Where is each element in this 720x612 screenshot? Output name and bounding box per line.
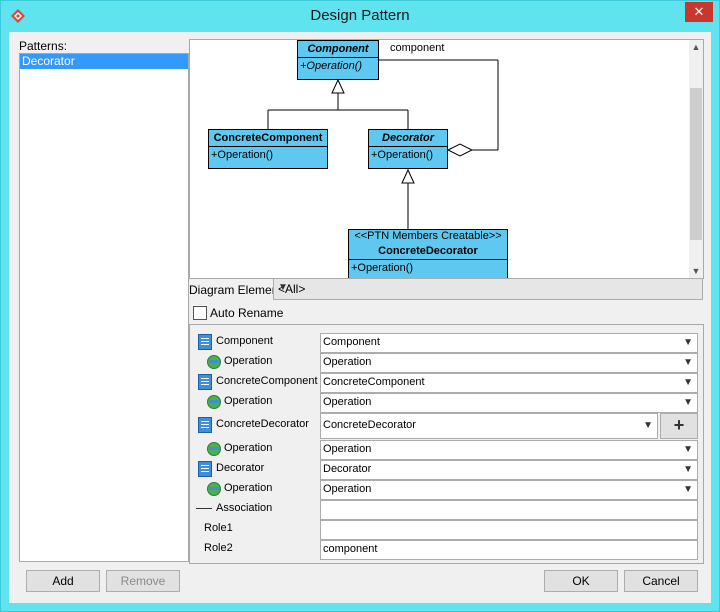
field-value: Decorator: [323, 463, 372, 475]
field-value: Operation: [323, 443, 372, 455]
class-operation: +Operation(): [371, 149, 434, 161]
member-label-operation: Operation: [224, 355, 273, 367]
generalization-arrow: [401, 168, 415, 184]
diagram-scrollbar[interactable]: ▲ ▼: [689, 40, 703, 278]
diagram-element-select[interactable]: <All> ▼: [273, 278, 703, 300]
chevron-down-icon: ▼: [643, 420, 653, 431]
close-button[interactable]: ✕: [685, 2, 713, 22]
operation-icon: [207, 395, 221, 409]
add-button[interactable]: Add: [26, 570, 100, 592]
operation-icon: [207, 442, 221, 456]
class-name: Component: [298, 41, 378, 58]
operation-icon: [207, 482, 221, 496]
window-title: Design Pattern: [310, 7, 410, 24]
field-value: ConcreteComponent: [323, 376, 425, 388]
member-select-concrete-component[interactable]: ConcreteComponent ▼: [320, 373, 698, 393]
auto-rename-checkbox[interactable]: [193, 306, 207, 320]
class-operation: +Operation(): [300, 60, 363, 72]
member-select-operation[interactable]: Operation ▼: [320, 393, 698, 413]
member-label-concrete-decorator: ConcreteDecorator: [216, 418, 309, 430]
member-label-operation: Operation: [224, 395, 273, 407]
chevron-down-icon: ▼: [683, 444, 693, 455]
member-label-role1: Role1: [204, 522, 233, 534]
dialog-body: Patterns: Decorator Component +Operation…: [9, 32, 711, 603]
class-icon: [198, 334, 212, 350]
field-value: ConcreteDecorator: [323, 419, 416, 431]
patterns-list[interactable]: Decorator: [19, 53, 189, 562]
pattern-item-decorator[interactable]: Decorator: [20, 54, 188, 69]
member-select-operation[interactable]: Operation ▼: [320, 480, 698, 500]
member-label-component: Component: [216, 335, 273, 347]
chevron-down-icon: ▼: [683, 357, 693, 368]
scroll-thumb[interactable]: [690, 88, 702, 240]
member-label-decorator: Decorator: [216, 462, 265, 474]
scroll-up-icon[interactable]: ▲: [689, 40, 703, 54]
uml-class-concrete-component[interactable]: ConcreteComponent +Operation(): [208, 129, 328, 169]
close-icon: ✕: [693, 4, 705, 19]
class-stereotype: <<PTN Members Creatable>>: [354, 230, 502, 242]
aggregation-diamond: [446, 143, 474, 157]
title-bar: Design Pattern ✕: [1, 1, 719, 31]
field-value: component: [323, 543, 378, 555]
uml-class-component[interactable]: Component +Operation(): [297, 40, 379, 80]
member-field-association[interactable]: [320, 500, 698, 520]
class-name: ConcreteDecorator: [349, 243, 507, 260]
class-icon: [198, 461, 212, 477]
remove-button: Remove: [106, 570, 180, 592]
chevron-down-icon: ▼: [278, 282, 288, 293]
member-select-operation[interactable]: Operation ▼: [320, 353, 698, 373]
member-label-operation: Operation: [224, 482, 273, 494]
member-select-operation[interactable]: Operation ▼: [320, 440, 698, 460]
field-value: Operation: [323, 356, 372, 368]
member-field-role2[interactable]: component: [320, 540, 698, 560]
field-value: Operation: [323, 483, 372, 495]
chevron-down-icon: ▼: [683, 464, 693, 475]
ok-button[interactable]: OK: [544, 570, 618, 592]
dialog-window: Design Pattern ✕ Patterns: Decorator Com…: [0, 0, 720, 612]
class-operation: +Operation(): [211, 149, 274, 161]
chevron-down-icon: ▼: [683, 397, 693, 408]
generalization-arrow: [331, 78, 345, 94]
add-member-button[interactable]: +: [660, 413, 698, 439]
member-label-role2: Role2: [204, 542, 233, 554]
uml-class-concrete-decorator[interactable]: <<PTN Members Creatable>> ConcreteDecora…: [348, 229, 508, 278]
member-select-component[interactable]: Component ▼: [320, 333, 698, 353]
association-role-label: component: [390, 42, 445, 54]
patterns-label: Patterns:: [19, 39, 68, 53]
field-value: Component: [323, 336, 380, 348]
association-icon: [196, 508, 212, 509]
pattern-diagram[interactable]: Component +Operation() component Concret…: [189, 39, 704, 279]
operation-icon: [207, 355, 221, 369]
chevron-down-icon: ▼: [683, 337, 693, 348]
chevron-down-icon: ▼: [683, 484, 693, 495]
scroll-down-icon[interactable]: ▼: [689, 264, 703, 278]
member-label-association: Association: [216, 502, 273, 514]
uml-class-decorator[interactable]: Decorator +Operation(): [368, 129, 448, 169]
diagram-element-label: Diagram Element: [189, 283, 282, 297]
class-icon: [198, 374, 212, 390]
chevron-down-icon: ▼: [683, 377, 693, 388]
class-name: Decorator: [369, 130, 447, 147]
member-label-operation: Operation: [224, 442, 273, 454]
plus-icon: +: [673, 415, 685, 435]
members-grid: Component Component ▼ Operation Operation…: [189, 324, 704, 564]
field-value: Operation: [323, 396, 372, 408]
member-field-role1[interactable]: [320, 520, 698, 540]
cancel-button[interactable]: Cancel: [624, 570, 698, 592]
member-select-decorator[interactable]: Decorator ▼: [320, 460, 698, 480]
member-select-concrete-decorator[interactable]: ConcreteDecorator ▼: [320, 413, 658, 439]
class-operation: +Operation(): [351, 262, 414, 274]
class-icon: [198, 417, 212, 433]
auto-rename-label[interactable]: Auto Rename: [210, 306, 283, 320]
member-label-concrete-component: ConcreteComponent: [216, 375, 318, 387]
class-name: ConcreteComponent: [209, 130, 327, 147]
